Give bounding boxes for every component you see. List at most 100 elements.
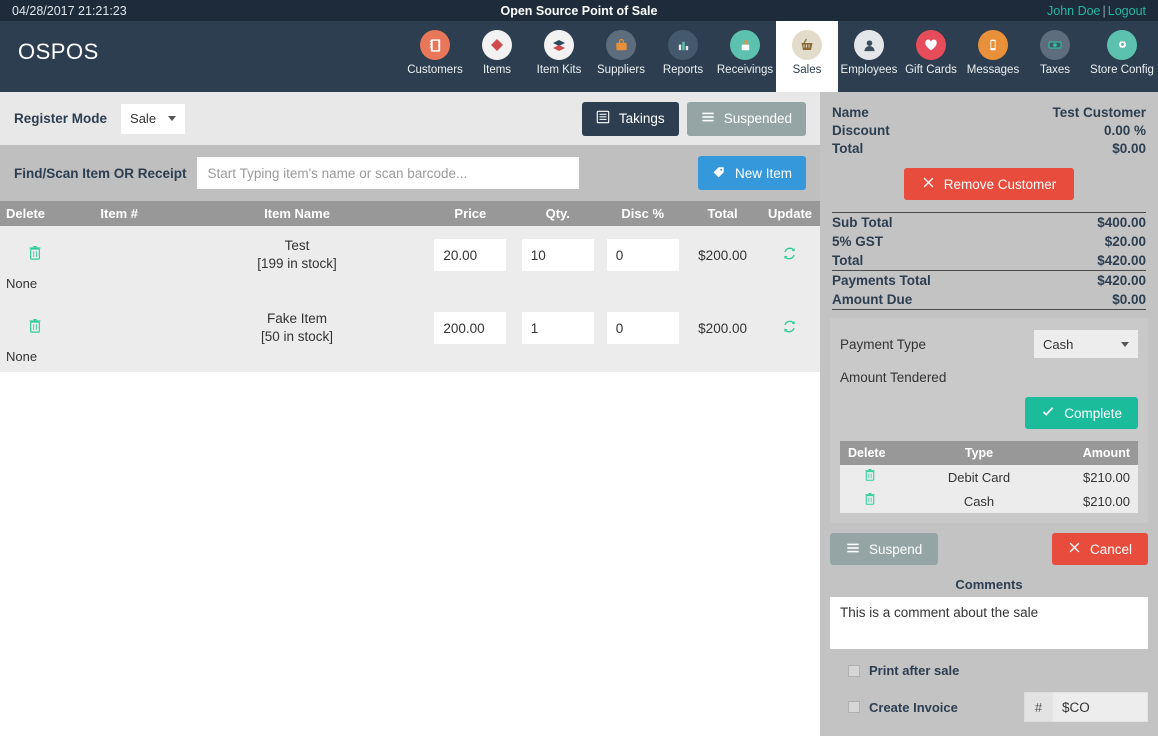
tax-label: 5% GST bbox=[832, 234, 884, 249]
trash-icon[interactable] bbox=[864, 493, 876, 510]
user-area: John Doe | Logout bbox=[1047, 4, 1146, 18]
payments-header-row: Delete Type Amount bbox=[840, 441, 1138, 465]
table-row: Test [199 in stock] $200.00 bbox=[0, 226, 820, 276]
top-utility-bar: 04/28/2017 21:21:23 Open Source Point of… bbox=[0, 0, 1158, 21]
suspend-label: Suspend bbox=[869, 541, 923, 557]
gift-cards-icon bbox=[916, 30, 946, 60]
row-item-name-cell: Fake Item [50 in stock] bbox=[168, 299, 426, 349]
customer-total-label: Total bbox=[832, 141, 864, 156]
nav-item-messages[interactable]: Messages bbox=[962, 21, 1024, 92]
invoice-number-input[interactable] bbox=[1052, 692, 1148, 722]
register-mode-select[interactable]: Sale bbox=[121, 103, 186, 134]
qty-input[interactable] bbox=[521, 312, 594, 344]
suspend-button[interactable]: Suspend bbox=[830, 533, 939, 565]
row-item-name: Fake Item bbox=[267, 310, 328, 326]
sale-items-thead: Delete Item # Item Name Price Qty. Disc … bbox=[0, 201, 820, 226]
brand-logo[interactable]: OSPOS bbox=[0, 21, 99, 65]
payments-thead: Delete Type Amount bbox=[840, 441, 1138, 465]
totals-block: Sub Total $400.00 5% GST $20.00 Total $4… bbox=[830, 213, 1148, 309]
row-qty-cell bbox=[515, 299, 601, 349]
refresh-icon[interactable] bbox=[782, 320, 797, 338]
nav-item-customers[interactable]: Customers bbox=[404, 21, 466, 92]
nav-item-sales[interactable]: Sales bbox=[776, 21, 838, 92]
col-disc: Disc % bbox=[600, 201, 686, 226]
cancel-button[interactable]: Cancel bbox=[1051, 533, 1148, 565]
payment-amount-cell: $210.00 bbox=[1058, 465, 1138, 489]
new-item-button[interactable]: New Item bbox=[697, 156, 806, 190]
suspended-label: Suspended bbox=[723, 111, 792, 126]
complete-button[interactable]: Complete bbox=[1025, 397, 1138, 429]
nav-label-taxes: Taxes bbox=[1039, 64, 1071, 76]
amount-tendered-row: Amount Tendered bbox=[840, 370, 1138, 385]
payments-col-delete: Delete bbox=[840, 441, 900, 465]
reports-icon bbox=[668, 30, 698, 60]
customer-info: Name Test Customer Discount 0.00 % Total… bbox=[830, 104, 1148, 158]
nav-item-gift-cards[interactable]: Gift Cards bbox=[900, 21, 962, 92]
chevron-down-icon bbox=[168, 116, 177, 121]
trash-icon[interactable] bbox=[28, 246, 42, 265]
item-kits-icon bbox=[544, 30, 574, 60]
nav-item-taxes[interactable]: Taxes bbox=[1024, 21, 1086, 92]
nav-item-item-kits[interactable]: Item Kits bbox=[528, 21, 590, 92]
amount-due-row: Amount Due $0.00 bbox=[830, 290, 1148, 309]
comments-title: Comments bbox=[955, 577, 1023, 592]
find-scan-bar: Find/Scan Item OR Receipt New Item bbox=[0, 145, 820, 201]
suspended-button[interactable]: Suspended bbox=[686, 101, 806, 136]
payment-box: Payment Type Cash Amount Tendered Comple… bbox=[830, 318, 1148, 523]
remove-customer-button[interactable]: Remove Customer bbox=[903, 168, 1075, 200]
col-total: Total bbox=[685, 201, 760, 226]
row-delete-cell bbox=[0, 299, 70, 349]
takings-button[interactable]: Takings bbox=[581, 101, 679, 136]
sale-actions-row: Suspend Cancel bbox=[830, 533, 1148, 565]
nav-item-suppliers[interactable]: Suppliers bbox=[590, 21, 652, 92]
discount-input[interactable] bbox=[606, 312, 679, 344]
find-scan-input[interactable] bbox=[196, 157, 579, 189]
payments-total-label: Payments Total bbox=[832, 273, 931, 288]
trash-icon[interactable] bbox=[28, 319, 42, 338]
find-scan-label: Find/Scan Item OR Receipt bbox=[14, 165, 187, 181]
suppliers-icon bbox=[606, 30, 636, 60]
print-after-sale-checkbox[interactable] bbox=[848, 664, 860, 677]
grand-total-row: Total $420.00 bbox=[830, 251, 1148, 270]
sub-total-value: $400.00 bbox=[1097, 215, 1146, 230]
payment-type-select[interactable]: Cash bbox=[1034, 330, 1138, 358]
logout-link[interactable]: Logout bbox=[1108, 4, 1146, 18]
col-item-name: Item Name bbox=[168, 201, 426, 226]
payment-type-value: Cash bbox=[1043, 336, 1074, 352]
discount-input[interactable] bbox=[606, 239, 679, 271]
payments-tbody: Debit Card $210.00 Cash $210.00 bbox=[840, 465, 1138, 513]
price-input[interactable] bbox=[434, 239, 507, 271]
new-item-label: New Item bbox=[734, 165, 792, 181]
row-item-stock: [50 in stock] bbox=[261, 329, 334, 344]
menu-lines-icon bbox=[846, 541, 860, 558]
nav-item-reports[interactable]: Reports bbox=[652, 21, 714, 92]
refresh-icon[interactable] bbox=[782, 247, 797, 265]
sale-items-header-row: Delete Item # Item Name Price Qty. Disc … bbox=[0, 201, 820, 226]
payment-type-cell: Cash bbox=[900, 489, 1058, 513]
customer-discount-value: 0.00 % bbox=[1103, 123, 1146, 138]
complete-button-row: Complete bbox=[840, 397, 1138, 429]
trash-icon[interactable] bbox=[864, 469, 876, 486]
row-delete-cell bbox=[0, 226, 70, 276]
grand-total-value: $420.00 bbox=[1097, 253, 1146, 268]
register-mode-bar: Register Mode Sale Takings Suspended bbox=[0, 92, 820, 145]
qty-input[interactable] bbox=[521, 239, 594, 271]
tax-row: 5% GST $20.00 bbox=[830, 232, 1148, 251]
nav-item-store-config[interactable]: Store Config bbox=[1086, 21, 1158, 92]
sale-items-tbody: Test [199 in stock] $200.00 bbox=[0, 226, 820, 372]
row-disc-cell bbox=[600, 299, 686, 349]
register-actions: Takings Suspended bbox=[581, 101, 806, 136]
comments-textarea[interactable] bbox=[830, 597, 1148, 649]
remove-customer-row: Remove Customer bbox=[830, 168, 1148, 200]
nav-item-items[interactable]: Items bbox=[466, 21, 528, 92]
complete-label: Complete bbox=[1064, 405, 1122, 421]
user-name-link[interactable]: John Doe bbox=[1047, 4, 1101, 18]
customer-total-value: $0.00 bbox=[1112, 141, 1146, 156]
nav-item-employees[interactable]: Employees bbox=[838, 21, 900, 92]
nav-item-receivings[interactable]: Receivings bbox=[714, 21, 776, 92]
register-mode-label: Register Mode bbox=[14, 111, 108, 126]
price-input[interactable] bbox=[434, 312, 507, 344]
create-invoice-checkbox[interactable] bbox=[848, 701, 860, 713]
table-row-serial: None bbox=[0, 349, 820, 372]
row-qty-cell bbox=[515, 226, 601, 276]
